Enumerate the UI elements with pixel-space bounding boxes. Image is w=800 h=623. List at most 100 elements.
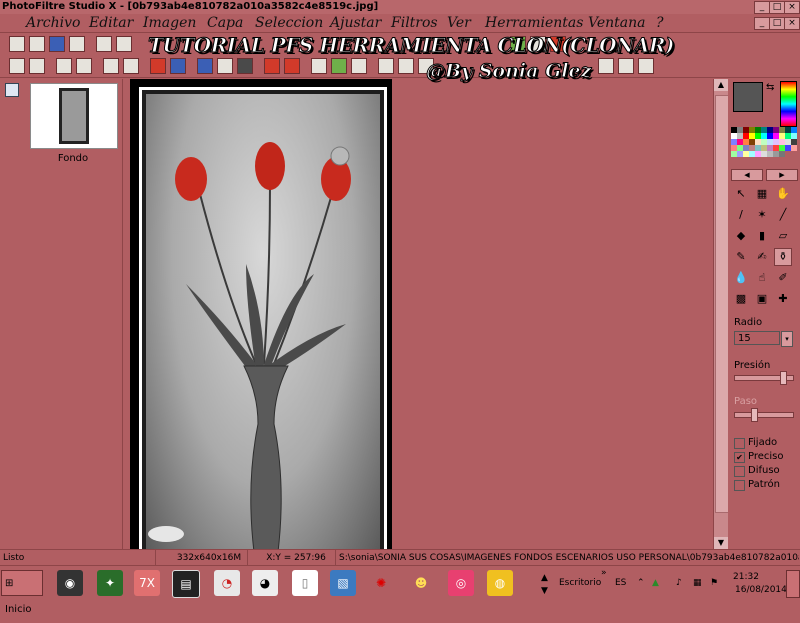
scroll-thumb[interactable] [715, 95, 729, 513]
auto-levels-icon[interactable] [264, 58, 280, 74]
menu-archivo[interactable]: Archivo [26, 15, 80, 31]
start-button[interactable]: ⊞ Inicio [1, 570, 43, 615]
doc-close-button[interactable]: × [784, 17, 800, 30]
hand-tool-icon[interactable]: ✋ [774, 185, 792, 203]
scan-icon[interactable] [116, 36, 132, 52]
preciso-checkbox[interactable]: ✔ [734, 452, 745, 463]
menu-ajustar[interactable]: Ajustar [330, 15, 381, 31]
document-canvas[interactable] [130, 79, 392, 553]
smudge-tool-icon[interactable]: ☝ [753, 269, 771, 287]
menu-capa[interactable]: Capa [207, 15, 243, 31]
taskbar-photofiltre-7-icon[interactable]: 7X [134, 570, 160, 596]
select-tool-icon[interactable]: ▦ [753, 185, 771, 203]
scroll-down-button[interactable]: ▼ [714, 537, 728, 549]
palette-prev-button[interactable]: ◀ [731, 169, 763, 181]
swap-colors-icon[interactable]: ⇆ [766, 82, 774, 93]
presion-slider[interactable] [734, 371, 794, 385]
text-icon[interactable] [638, 58, 654, 74]
deselect-icon[interactable] [29, 58, 45, 74]
menu-imagen[interactable]: Imagen [143, 15, 196, 31]
taskbar-app-5-icon[interactable]: ◔ [214, 570, 240, 596]
taskbar-panda-icon[interactable]: ◕ [252, 570, 278, 596]
show-desktop-button[interactable] [786, 570, 800, 598]
menu-filtros[interactable]: Filtros [391, 15, 438, 31]
volume-icon[interactable]: ♪ [676, 578, 682, 588]
toolbar-expand-icon[interactable]: » [601, 568, 607, 578]
taskbar-app-10-icon[interactable]: ☻ [408, 570, 434, 596]
color-spectrum[interactable] [780, 81, 797, 127]
hue-icon[interactable] [170, 58, 186, 74]
radio-input[interactable]: 15 [734, 331, 780, 345]
blur-tool-icon[interactable]: 💧 [732, 269, 750, 287]
maximize-button[interactable]: □ [769, 1, 785, 14]
line-tool-icon[interactable]: ╱ [774, 206, 792, 224]
taskbar-image-viewer-icon[interactable]: ▧ [330, 570, 356, 596]
foreground-color-swatch[interactable] [733, 82, 763, 112]
menu-ventana[interactable]: Ventana [588, 15, 645, 31]
explorer-icon[interactable] [5, 83, 19, 97]
canvas-vertical-scrollbar[interactable]: ▲ ▼ [713, 79, 729, 549]
presion-slider-knob[interactable] [780, 371, 788, 385]
menu-herramientas[interactable]: Herramientas [485, 15, 583, 31]
brush-tool-icon[interactable]: ✎ [732, 248, 750, 266]
radio-spinner[interactable]: ▾ [781, 331, 793, 347]
taskbar-scroll-down-icon[interactable]: ▼ [541, 586, 548, 596]
palette-swatch[interactable] [791, 145, 797, 151]
rgb-icon[interactable] [150, 58, 166, 74]
patron-checkbox[interactable] [734, 480, 745, 491]
tray-app-icon[interactable]: ▲ [652, 578, 659, 588]
open-icon[interactable] [29, 36, 45, 52]
taskbar-splash-icon[interactable]: ✺ [368, 570, 394, 596]
paso-slider-knob[interactable] [750, 408, 758, 422]
image-tube-icon[interactable]: ▣ [753, 290, 771, 308]
invert-selection-icon[interactable] [76, 58, 92, 74]
menu-ver[interactable]: Ver [447, 15, 471, 31]
advanced-brush-icon[interactable]: ✍ [753, 248, 771, 266]
close-button[interactable]: × [784, 1, 800, 14]
gradient-icon[interactable] [378, 58, 394, 74]
pattern-tool-icon[interactable]: ▩ [732, 290, 750, 308]
print-icon[interactable] [96, 36, 112, 52]
auto-contrast-icon[interactable] [284, 58, 300, 74]
drop-icon[interactable] [398, 58, 414, 74]
color-palette[interactable] [731, 127, 797, 167]
flip-icon[interactable] [618, 58, 634, 74]
clone-stamp-tool-icon[interactable]: ⚱ [774, 248, 792, 266]
eraser-tool-icon[interactable]: ▱ [774, 227, 792, 245]
network-icon[interactable]: ▦ [693, 578, 702, 588]
save-icon[interactable] [49, 36, 65, 52]
magic-wand-icon[interactable]: ✶ [753, 206, 771, 224]
fill-tool-icon[interactable]: ◆ [732, 227, 750, 245]
blur-icon[interactable] [331, 58, 347, 74]
taskbar-chrome-icon[interactable]: ◍ [487, 570, 513, 596]
crop-icon[interactable] [103, 58, 119, 74]
clock-date[interactable]: 16/08/2014 [735, 585, 787, 595]
taskbar-photofiltre-studio-icon[interactable]: ▤ [172, 570, 200, 598]
taskbar-app-1-icon[interactable]: ◉ [57, 570, 83, 596]
menu-seleccion[interactable]: Seleccion [255, 15, 323, 31]
red-eye-tool-icon[interactable]: ✚ [774, 290, 792, 308]
clock-time[interactable]: 21:32 [733, 572, 759, 582]
taskbar-scroll-up-icon[interactable]: ▲ [541, 573, 548, 583]
pointer-tool-icon[interactable]: ↖ [732, 185, 750, 203]
doc-minimize-button[interactable]: _ [754, 17, 770, 30]
scroll-up-button[interactable]: ▲ [714, 79, 728, 91]
menu-help[interactable]: ? [656, 15, 664, 31]
paso-slider[interactable] [734, 408, 794, 422]
taskbar-app-2-icon[interactable]: ✦ [97, 570, 123, 596]
spray-tool-icon[interactable]: ▮ [753, 227, 771, 245]
tray-expand-icon[interactable]: ⌃ [637, 578, 645, 588]
curves-icon[interactable] [217, 58, 233, 74]
minimize-button[interactable]: _ [754, 1, 770, 14]
language-indicator[interactable]: ES [615, 578, 626, 588]
taskbar-camera-icon[interactable]: ◎ [448, 570, 474, 596]
layer-thumbnail[interactable] [30, 83, 118, 149]
contrast-icon[interactable] [237, 58, 253, 74]
doc-restore-button[interactable]: □ [769, 17, 785, 30]
rotate-icon[interactable] [598, 58, 614, 74]
desktop-toolbar-label[interactable]: Escritorio [559, 578, 601, 588]
new-icon[interactable] [9, 36, 25, 52]
palette-swatch[interactable] [779, 151, 785, 157]
fijado-checkbox[interactable] [734, 438, 745, 449]
grid-icon[interactable] [311, 58, 327, 74]
